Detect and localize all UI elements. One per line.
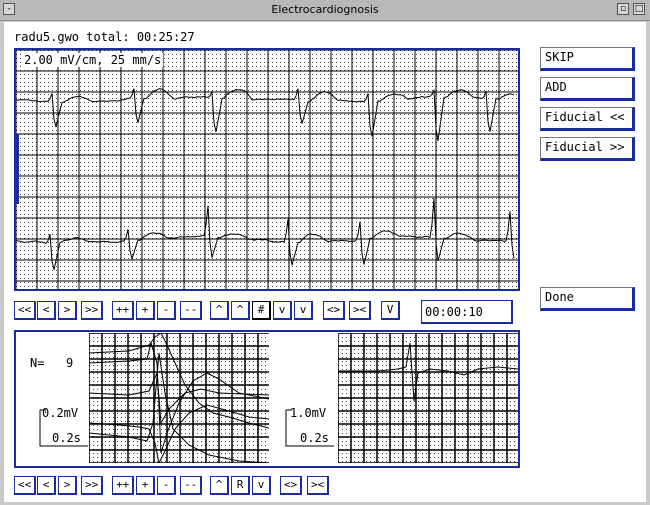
right-time-label: 0.2s <box>300 431 329 445</box>
skip-button[interactable]: SKIP <box>540 47 635 71</box>
beat-next-button[interactable]: > <box>58 476 77 495</box>
maximize-icon[interactable]: □ <box>633 3 645 15</box>
shift-up-button[interactable]: ^ <box>231 301 250 320</box>
fiducial-next-button[interactable]: Fiducial >> <box>540 137 635 161</box>
title-bar: - Electrocardiognosis ▫ □ <box>0 0 650 21</box>
compress-button[interactable]: >< <box>349 301 372 320</box>
beat-zoom-out-button[interactable]: - <box>157 476 176 495</box>
scale-down-button[interactable]: v <box>294 301 313 320</box>
beat-r-button[interactable]: R <box>231 476 250 495</box>
beat-expand-button[interactable]: <> <box>280 476 303 495</box>
beat-last-button[interactable]: >> <box>81 476 104 495</box>
done-button[interactable]: Done <box>540 287 635 311</box>
left-time-label: 0.2s <box>52 431 81 445</box>
shift-down-button[interactable]: v <box>273 301 292 320</box>
beat-zoom-in-more-button[interactable]: ++ <box>112 476 135 495</box>
zoom-in-more-button[interactable]: ++ <box>112 301 135 320</box>
left-amplitude-label: 0.2mV <box>42 406 79 420</box>
nav-next-button[interactable]: > <box>58 301 77 320</box>
beat-overlay-plot[interactable] <box>89 333 269 463</box>
beat-first-button[interactable]: << <box>14 476 37 495</box>
expand-button[interactable]: <> <box>323 301 346 320</box>
beat-panel: N= 9 0.2mV 0.2s 1.0mV 0.2s <box>14 330 520 468</box>
ecg-strip-panel[interactable]: 2.00 mV/cm, 25 mm/s <box>14 48 520 291</box>
nav-last-button[interactable]: >> <box>81 301 104 320</box>
beat-prev-button[interactable]: < <box>37 476 56 495</box>
grid-lines <box>89 333 269 463</box>
beat-count-label: N= <box>30 356 45 370</box>
ecg-position-marker <box>16 134 19 204</box>
zoom-out-button[interactable]: - <box>157 301 176 320</box>
beat-zoom-out-more-button[interactable]: -- <box>180 476 203 495</box>
beat-scale-down-button[interactable]: v <box>252 476 271 495</box>
mark-v-button[interactable]: V <box>381 301 400 320</box>
zoom-in-button[interactable]: + <box>136 301 155 320</box>
right-amplitude-label: 1.0mV <box>290 406 327 420</box>
nav-first-button[interactable]: << <box>14 301 37 320</box>
grid-lines <box>338 333 518 463</box>
time-display-field[interactable]: 00:00:10 <box>421 300 513 324</box>
grid-toggle-button[interactable]: # <box>252 301 271 320</box>
add-button[interactable]: ADD <box>540 77 635 101</box>
ecg-grid <box>16 50 518 289</box>
beat-compress-button[interactable]: >< <box>307 476 330 495</box>
ecg-lead-2-trace <box>16 198 515 270</box>
grid-lines <box>16 50 518 289</box>
beat-template-plot[interactable] <box>338 333 518 463</box>
minimize-icon[interactable]: ▫ <box>617 3 629 15</box>
beat-zoom-in-button[interactable]: + <box>136 476 155 495</box>
beat-count-value: 9 <box>66 356 74 370</box>
nav-prev-button[interactable]: < <box>37 301 56 320</box>
ecg-scale-label: 2.00 mV/cm, 25 mm/s <box>22 53 164 67</box>
beat-scale-up-button[interactable]: ^ <box>210 476 229 495</box>
fiducial-prev-button[interactable]: Fiducial << <box>540 107 635 131</box>
scale-up-button[interactable]: ^ <box>210 301 229 320</box>
window-title: Electrocardiognosis <box>271 3 379 16</box>
file-info-label: radu5.gwo total: 00:25:27 <box>14 30 195 44</box>
zoom-out-more-button[interactable]: -- <box>180 301 203 320</box>
